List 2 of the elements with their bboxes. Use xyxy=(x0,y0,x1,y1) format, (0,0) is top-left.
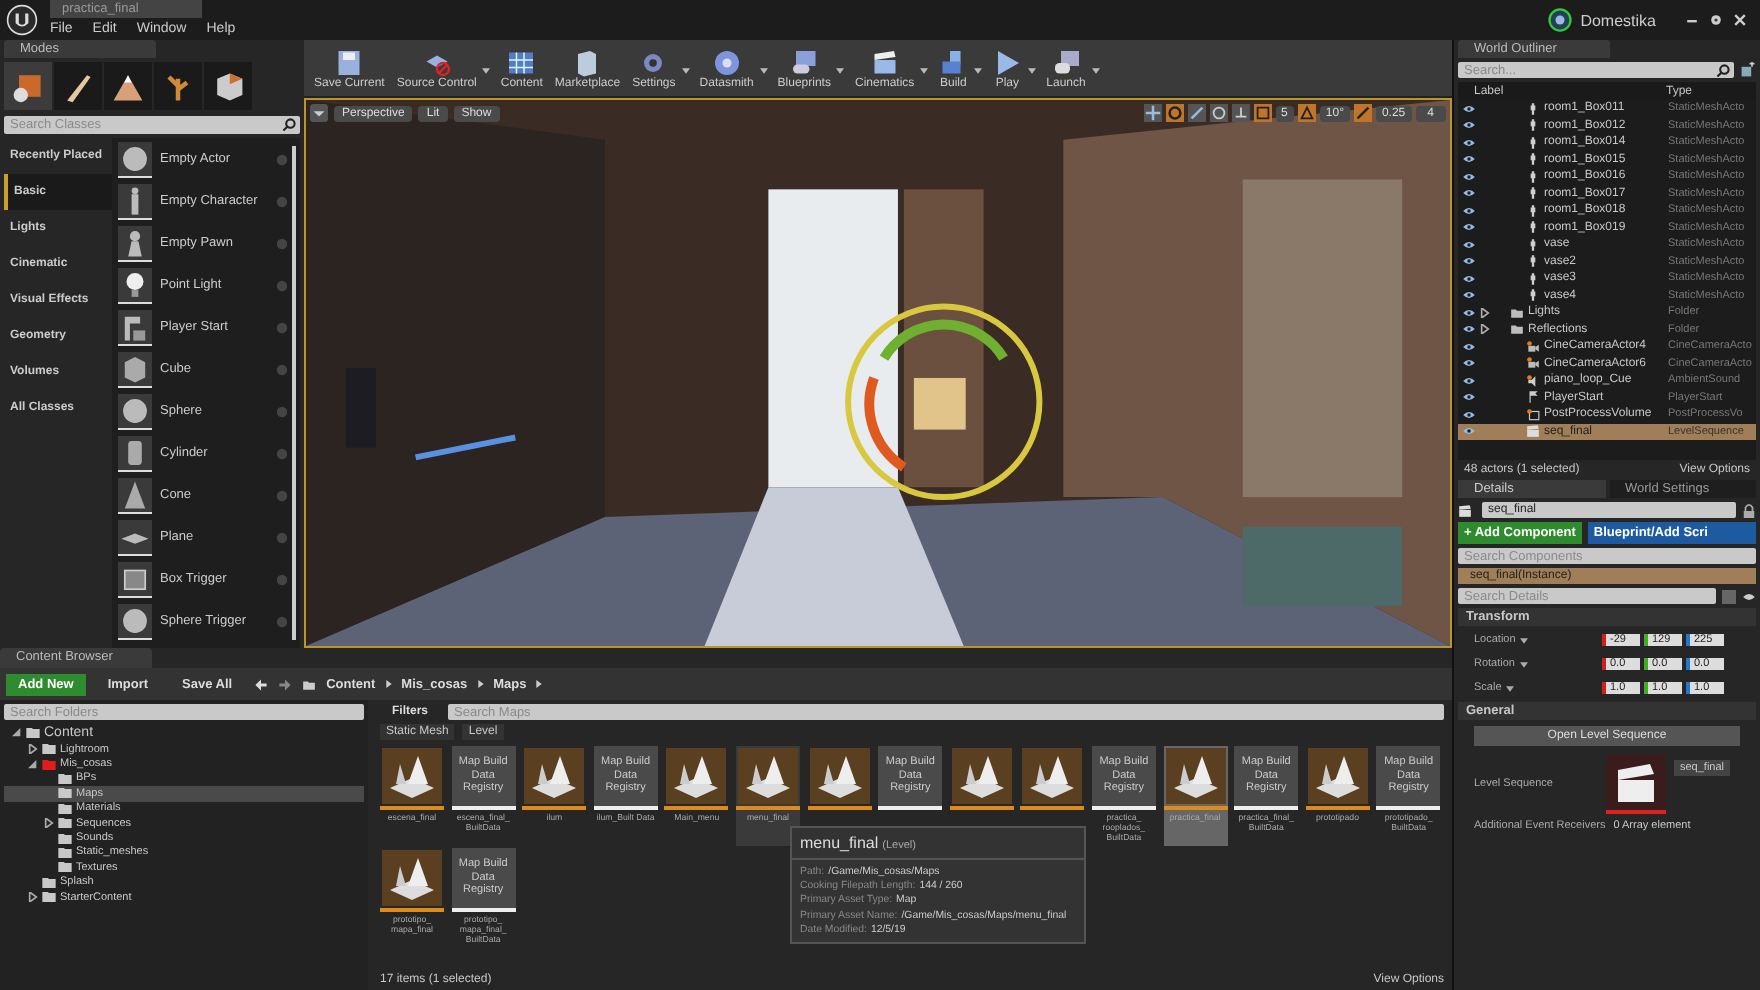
account-name: Domestika xyxy=(1580,11,1656,29)
tooltip-title: menu_final xyxy=(800,834,879,852)
